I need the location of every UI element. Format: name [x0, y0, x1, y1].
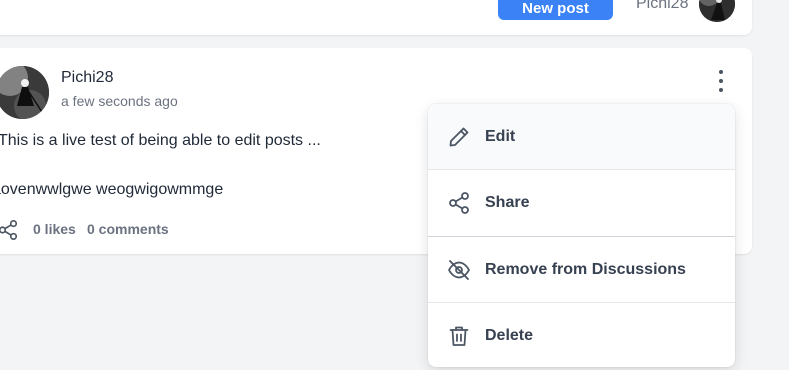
pencil-icon [449, 127, 469, 147]
post-timestamp: a few seconds ago [61, 93, 178, 109]
menu-item-edit[interactable]: Edit [428, 104, 735, 170]
post-body-line: aovenwwlgwe weogwigowmmge [0, 181, 224, 198]
menu-item-label: Edit [485, 128, 516, 145]
kebab-dot [719, 70, 723, 74]
kebab-dot [719, 79, 723, 83]
kebab-dot [719, 88, 723, 92]
menu-item-share[interactable]: Share [428, 170, 735, 236]
menu-item-label: Share [485, 194, 530, 211]
more-options-icon[interactable] [712, 68, 730, 94]
share-icon[interactable] [0, 219, 20, 241]
likes-count[interactable]: 0 likes [33, 221, 76, 237]
eye-slash-icon [448, 260, 470, 280]
share-icon [449, 192, 469, 214]
menu-item-label: Remove from Discussions [485, 261, 686, 278]
post-body-line: This is a live test of being able to edi… [0, 132, 321, 149]
menu-item-remove-from-discussions[interactable]: Remove from Discussions [428, 237, 735, 303]
menu-item-delete[interactable]: Delete [428, 303, 735, 367]
trash-icon [449, 326, 469, 346]
menu-item-label: Delete [485, 327, 534, 344]
new-post-button[interactable]: New post [498, 0, 613, 20]
post-author[interactable]: Pichi28 [61, 69, 113, 87]
header-username[interactable]: Pichi28 [636, 0, 688, 13]
comments-count[interactable]: 0 comments [87, 221, 169, 237]
post-options-menu: Edit Share Remove from Discussions Delet… [428, 104, 735, 367]
